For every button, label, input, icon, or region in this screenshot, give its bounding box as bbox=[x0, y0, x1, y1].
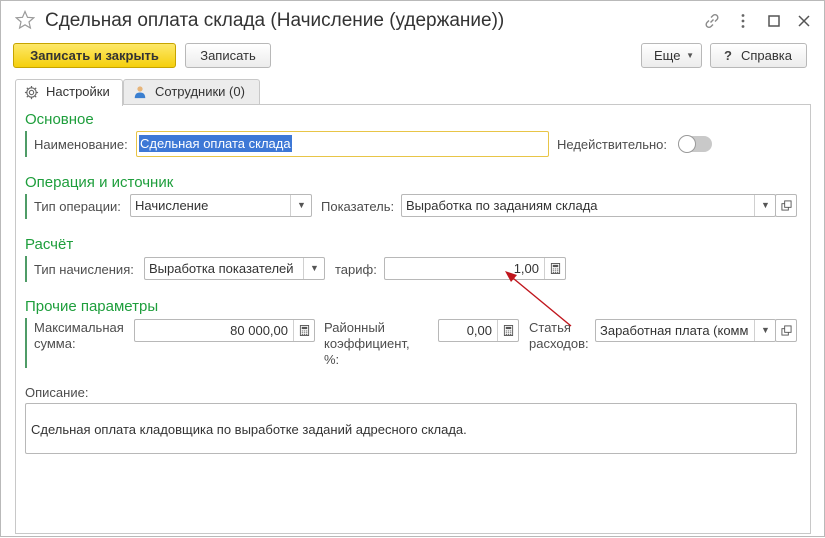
save-and-close-button[interactable]: Записать и закрыть bbox=[13, 43, 176, 68]
regional-coef-input[interactable]: 0,00 bbox=[438, 319, 519, 342]
section-title-calc: Расчёт bbox=[25, 236, 74, 253]
calculator-icon[interactable] bbox=[544, 258, 565, 279]
regional-coef-value: 0,00 bbox=[466, 323, 492, 338]
document-window: Сдельная оплата склада (Начисление (удер… bbox=[0, 0, 825, 537]
maximize-icon[interactable] bbox=[765, 12, 783, 30]
group-bar bbox=[25, 194, 27, 219]
expense-item-select[interactable]: Заработная плата (комм ▼ bbox=[595, 319, 776, 342]
help-button[interactable]: ? Справка bbox=[710, 43, 807, 68]
group-bar bbox=[25, 256, 27, 282]
help-icon: ? bbox=[724, 48, 732, 63]
close-icon[interactable] bbox=[795, 12, 813, 30]
section-title-other: Прочие параметры bbox=[25, 298, 159, 315]
rate-label: тариф: bbox=[335, 262, 377, 277]
calc-type-value: Выработка показателей bbox=[149, 261, 294, 276]
person-icon bbox=[134, 86, 146, 99]
max-sum-input[interactable]: 80 000,00 bbox=[134, 319, 315, 342]
name-label: Наименование: bbox=[34, 137, 128, 152]
inactive-label: Недействительно: bbox=[557, 137, 668, 152]
op-type-select[interactable]: Начисление ▼ bbox=[130, 194, 312, 217]
tab-settings-label: Настройки bbox=[46, 84, 110, 99]
rate-value: 1,00 bbox=[513, 261, 539, 276]
name-input[interactable]: Сдельная оплата склада bbox=[136, 131, 549, 157]
rate-input[interactable]: 1,00 bbox=[384, 257, 566, 280]
link-icon[interactable] bbox=[703, 12, 721, 30]
window-title: Сдельная оплата склада (Начисление (удер… bbox=[45, 10, 505, 31]
calculator-icon[interactable] bbox=[497, 320, 518, 341]
tab-employees[interactable]: Сотрудники (0) bbox=[123, 79, 260, 105]
description-label: Описание: bbox=[25, 385, 89, 400]
chevron-down-icon[interactable]: ▼ bbox=[754, 320, 775, 341]
calc-type-select[interactable]: Выработка показателей ▼ bbox=[144, 257, 325, 280]
open-icon bbox=[780, 325, 792, 336]
regional-coef-label-line2: коэффициент, bbox=[324, 336, 410, 351]
regional-coef-label-line1: Районный bbox=[324, 320, 385, 335]
max-sum-label-line1: Максимальная bbox=[34, 320, 124, 335]
open-indicator-button[interactable] bbox=[775, 194, 797, 217]
toggle-knob bbox=[678, 135, 696, 153]
inactive-toggle[interactable] bbox=[678, 135, 712, 153]
description-textarea[interactable]: Сдельная оплата кладовщика по выработке … bbox=[25, 403, 797, 454]
open-expense-item-button[interactable] bbox=[775, 319, 797, 342]
section-title-main: Основное bbox=[25, 111, 94, 128]
indicator-value: Выработка по заданиям склада bbox=[406, 198, 598, 213]
chevron-down-icon: ▼ bbox=[686, 51, 694, 60]
name-input-value: Сдельная оплата склада bbox=[139, 135, 292, 152]
indicator-select[interactable]: Выработка по заданиям склада ▼ bbox=[401, 194, 776, 217]
op-type-label: Тип операции: bbox=[34, 199, 121, 214]
op-type-value: Начисление bbox=[135, 198, 209, 213]
chevron-down-icon[interactable]: ▼ bbox=[303, 258, 324, 279]
title-bar: Сдельная оплата склада (Начисление (удер… bbox=[1, 1, 824, 41]
group-bar bbox=[25, 318, 27, 368]
group-bar bbox=[25, 131, 27, 157]
expense-item-label-line2: расходов: bbox=[529, 336, 589, 351]
calculator-icon[interactable] bbox=[293, 320, 314, 341]
section-title-operation: Операция и источник bbox=[25, 174, 174, 191]
gear-icon bbox=[24, 85, 39, 100]
tab-settings[interactable]: Настройки bbox=[15, 79, 123, 106]
regional-coef-label-line3: %: bbox=[324, 352, 340, 367]
chevron-down-icon[interactable]: ▼ bbox=[754, 195, 775, 216]
expense-item-label-line1: Статья bbox=[529, 320, 571, 335]
more-icon[interactable] bbox=[734, 12, 752, 30]
calc-type-label: Тип начисления: bbox=[34, 262, 134, 277]
max-sum-label-line2: сумма: bbox=[34, 336, 76, 351]
tab-employees-label: Сотрудники (0) bbox=[155, 84, 245, 99]
chevron-down-icon[interactable]: ▼ bbox=[290, 195, 311, 216]
star-icon[interactable] bbox=[15, 10, 35, 30]
max-sum-value: 80 000,00 bbox=[230, 323, 288, 338]
more-button[interactable]: Еще ▼ bbox=[641, 43, 702, 68]
help-button-label: Справка bbox=[741, 48, 792, 63]
more-button-label: Еще bbox=[654, 48, 681, 63]
open-icon bbox=[780, 200, 792, 211]
description-value: Сдельная оплата кладовщика по выработке … bbox=[31, 422, 467, 437]
indicator-label: Показатель: bbox=[321, 199, 395, 214]
expense-item-value: Заработная плата (комм bbox=[600, 323, 749, 338]
save-button[interactable]: Записать bbox=[185, 43, 271, 68]
